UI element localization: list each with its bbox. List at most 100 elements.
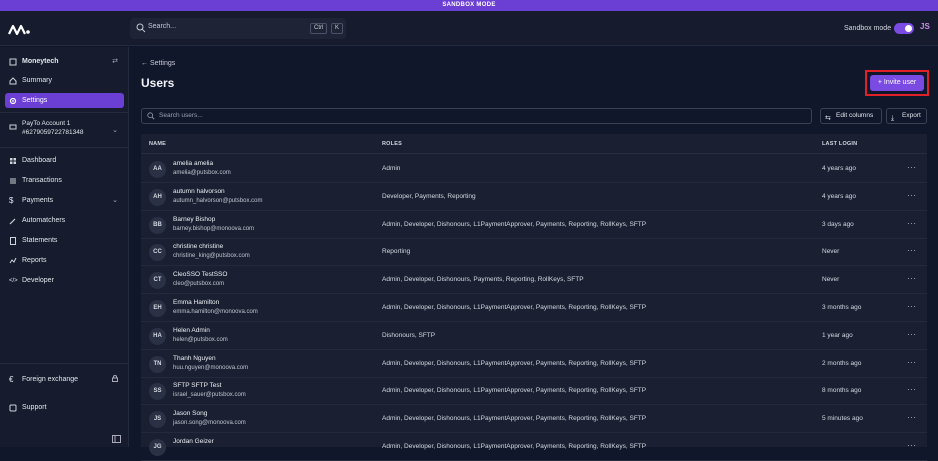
- sidebar-item-developer[interactable]: </> Developer: [5, 273, 124, 288]
- user-email: jason.song@monoova.com: [173, 420, 246, 427]
- user-roles: Admin, Developer, Dishonours, L1PaymentA…: [382, 387, 647, 395]
- user-last-login: Never: [822, 248, 840, 256]
- main-content: ← Settings Users + Invite user Search us…: [130, 47, 938, 461]
- sidebar-item-reports[interactable]: Reports: [5, 253, 124, 268]
- edit-columns-button[interactable]: ⇆ Edit columns: [820, 108, 882, 124]
- sidebar-item-label: Automatchers: [22, 217, 66, 224]
- user-name: Emma Hamilton: [173, 299, 220, 306]
- global-search-input[interactable]: Search... Ctrl K: [130, 18, 346, 39]
- collapse-sidebar-icon[interactable]: [112, 430, 121, 448]
- user-roles: Admin, Developer, Dishonours, L1PaymentA…: [382, 220, 647, 228]
- more-options-icon[interactable]: ···: [907, 385, 917, 394]
- sidebar-divider: [0, 363, 129, 364]
- search-icon: [147, 112, 155, 120]
- table-row[interactable]: EH Emma Hamilton emma.hamilton@monoova.com…: [141, 294, 927, 322]
- user-name: autumn halvorson: [173, 187, 225, 195]
- sidebar-item-dashboard[interactable]: Dashboard: [5, 153, 124, 168]
- chevron-down-icon: ⌄: [112, 127, 118, 134]
- wand-icon: [9, 217, 17, 225]
- column-header-roles[interactable]: ROLES: [382, 141, 402, 147]
- edit-columns-label: Edit columns: [836, 112, 874, 119]
- sidebar-item-payments[interactable]: $ Payments ⌄: [5, 193, 124, 208]
- search-users-input[interactable]: Search users...: [141, 108, 812, 124]
- logo-icon: [8, 24, 30, 35]
- export-button[interactable]: ⤓ Export: [886, 108, 927, 124]
- more-options-icon[interactable]: ···: [907, 163, 917, 172]
- table-row[interactable]: SS SFTP SFTP Test israel_sauer@putsbox.com…: [141, 377, 927, 406]
- table-row[interactable]: TN Thanh Nguyen huu.nguyen@monoova.com Admi…: [141, 350, 927, 378]
- avatar: HA: [149, 327, 166, 345]
- user-email: barney.bishop@monoova.com: [173, 225, 255, 232]
- user-roles: Admin, Developer, Dishonours, L1PaymentA…: [382, 415, 647, 423]
- user-name: SFTP SFTP Test: [173, 382, 222, 390]
- user-email: christine_king@putsbox.com: [173, 253, 250, 260]
- more-options-icon[interactable]: ···: [907, 413, 917, 422]
- sidebar-item-settings[interactable]: Settings: [5, 93, 124, 108]
- table-row[interactable]: AA amelia amelia amelia@putsbox.com Admin 4 …: [141, 155, 927, 183]
- user-last-login: 3 months ago: [822, 304, 862, 311]
- avatar: AH: [149, 188, 166, 206]
- user-roles: Admin, Developer, Dishonours, L1PaymentA…: [382, 304, 647, 311]
- user-avatar[interactable]: JS: [920, 22, 938, 36]
- sidebar-item-transactions[interactable]: Transactions: [5, 173, 124, 188]
- table-row[interactable]: JS Jason Song jason.song@monoova.com Admin,…: [141, 405, 927, 434]
- user-last-login: 8 months ago: [822, 387, 862, 395]
- breadcrumb[interactable]: ← Settings: [141, 60, 175, 67]
- sandbox-mode-toggle[interactable]: [894, 23, 914, 34]
- more-options-icon[interactable]: ···: [907, 191, 917, 200]
- user-last-login: 4 years ago: [822, 165, 856, 172]
- sidebar-item-label: Payments: [22, 197, 54, 204]
- user-last-login: 4 years ago: [822, 192, 856, 200]
- support-icon: [9, 404, 17, 412]
- chevron-down-icon: ⌄: [112, 197, 118, 204]
- user-name: Jason Song: [173, 410, 208, 418]
- column-header-last-login[interactable]: LAST LOGIN: [822, 141, 857, 147]
- global-search-placeholder: Search...: [148, 23, 177, 30]
- more-options-icon[interactable]: ···: [907, 274, 917, 283]
- table-row[interactable]: JG Jordan Geizer Admin, Developer, Dishono…: [141, 433, 927, 461]
- shortcut-ctrl-key: Ctrl: [310, 23, 328, 34]
- table-row[interactable]: CT CleoSSO TestSSO cleo@putsbox.com Admin, …: [141, 266, 927, 295]
- table-header: NAME ROLES LAST LOGIN: [141, 134, 927, 154]
- user-email: helen@putsbox.com: [173, 336, 228, 343]
- user-last-login: 3 days ago: [822, 220, 854, 228]
- sidebar-org-switcher[interactable]: Moneytech ⇄: [5, 54, 124, 69]
- user-name: Thanh Nguyen: [173, 354, 216, 362]
- column-header-name[interactable]: NAME: [149, 141, 166, 147]
- avatar: EH: [149, 300, 166, 317]
- switch-icon: ⇄: [112, 58, 118, 65]
- page-title: Users: [141, 76, 175, 90]
- user-roles: Dishonours, SFTP: [382, 331, 436, 339]
- sidebar-item-automatchers[interactable]: Automatchers: [5, 213, 124, 228]
- more-options-icon[interactable]: ···: [907, 441, 917, 450]
- sidebar-item-label: Foreign exchange: [22, 376, 79, 383]
- more-options-icon[interactable]: ···: [907, 358, 917, 367]
- sidebar-item-foreign-exchange[interactable]: € Foreign exchange: [5, 372, 124, 387]
- account-number: #6279059722781348: [22, 129, 84, 136]
- avatar: BB: [149, 216, 166, 234]
- table-row[interactable]: CC christine christine christine_king@puts…: [141, 238, 927, 267]
- table-row[interactable]: HA Helen Admin helen@putsbox.com Dishonours…: [141, 322, 927, 350]
- more-options-icon[interactable]: ···: [907, 330, 917, 339]
- table-row[interactable]: BB Barney Bishop barney.bishop@monoova.com…: [141, 211, 927, 239]
- sidebar-item-support[interactable]: Support: [5, 400, 124, 415]
- more-options-icon[interactable]: ···: [907, 219, 917, 228]
- invite-user-highlight: + Invite user: [865, 70, 929, 96]
- invite-user-button[interactable]: + Invite user: [870, 75, 924, 91]
- more-options-icon[interactable]: ···: [907, 302, 917, 311]
- user-last-login: 1 year ago: [822, 331, 853, 339]
- sidebar-item-label: Developer: [22, 277, 54, 284]
- sidebar-item-statements[interactable]: Statements: [5, 233, 124, 248]
- sidebar-item-label: Summary: [22, 77, 52, 84]
- users-table: NAME ROLES LAST LOGIN AA amelia amelia ame…: [141, 134, 927, 461]
- sidebar-item-summary[interactable]: Summary: [5, 73, 124, 88]
- export-label: Export: [902, 112, 921, 119]
- avatar: JS: [149, 411, 166, 429]
- sidebar-account-switcher[interactable]: PayTo Account 1 #6279059722781348 ⌄: [5, 120, 124, 142]
- grid-icon: [9, 157, 17, 165]
- search-users-placeholder: Search users...: [159, 112, 203, 119]
- more-options-icon[interactable]: ···: [907, 246, 917, 255]
- table-row[interactable]: AH autumn halvorson autumn_halvorson@putsb…: [141, 183, 927, 211]
- dollar-icon: $: [9, 195, 14, 205]
- user-roles: Admin, Developer, Dishonours, L1PaymentA…: [382, 359, 647, 367]
